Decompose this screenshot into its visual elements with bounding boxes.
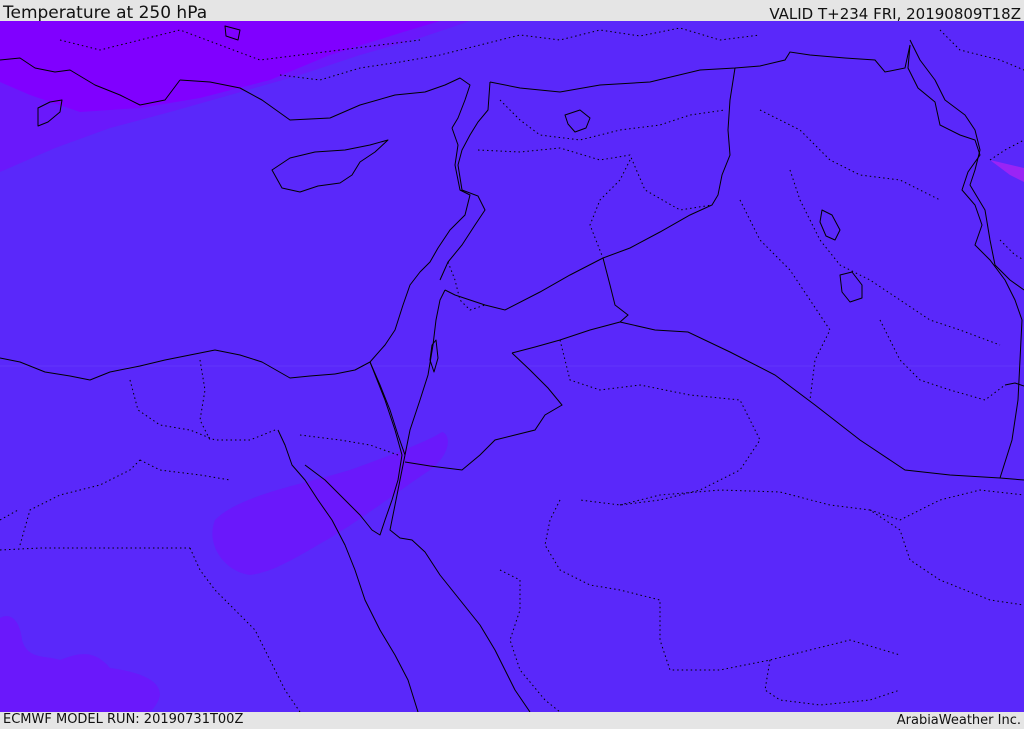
footer-bar: ECMWF MODEL RUN: 20190731T00Z ArabiaWeat…	[0, 712, 1024, 729]
temperature-map[interactable]	[0, 21, 1024, 712]
map-title: Temperature at 250 hPa	[3, 3, 208, 23]
valid-time-label: VALID T+234 FRI, 20190809T18Z	[769, 5, 1021, 23]
model-run-label: ECMWF MODEL RUN: 20190731T00Z	[3, 712, 244, 727]
header-bar: Temperature at 250 hPa VALID T+234 FRI, …	[0, 0, 1024, 23]
credit-label: ArabiaWeather Inc.	[896, 713, 1021, 728]
map-canvas	[0, 21, 1024, 712]
